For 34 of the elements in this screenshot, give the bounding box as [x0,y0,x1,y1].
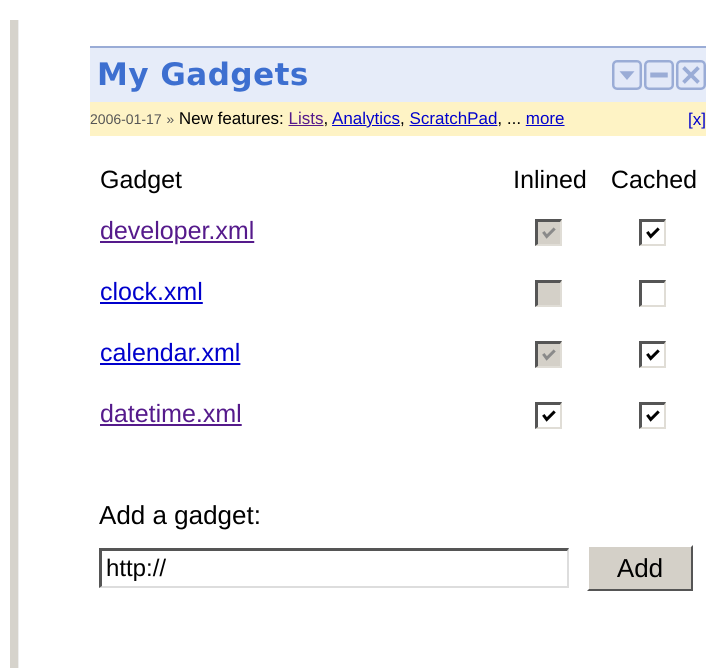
checkmark-icon [644,224,660,241]
checkmark-icon [644,408,660,424]
gadget-link[interactable]: clock.xml [100,278,203,306]
notice-date: 2006-01-17 [90,111,162,127]
add-gadget-label: Add a gadget: [99,500,262,531]
checkmark-icon [540,224,556,241]
comma: , [323,109,328,128]
feature-link[interactable]: ScratchPad [410,109,498,128]
ellipsis: ... [506,109,522,128]
checkmark-icon [644,346,660,363]
comma: , [497,109,502,128]
checkbox[interactable] [638,340,666,368]
url-field[interactable]: http:// [99,548,569,588]
gadget-link[interactable]: developer.xml [100,217,254,245]
more-link[interactable]: more [526,109,565,128]
checkbox[interactable] [638,218,666,246]
column-header: Cached [610,166,698,196]
gadget-link[interactable]: calendar.xml [100,339,240,367]
column-header: Inlined [512,166,588,196]
feature-link[interactable]: Lists [288,109,324,128]
dismiss-link[interactable]: [x] [688,104,706,134]
checkmark-icon [540,408,556,424]
panel-title: My Gadgets [97,57,309,93]
checkmark-icon [540,346,556,363]
gadget-link[interactable]: datetime.xml [100,400,242,428]
add-button[interactable]: Add [587,545,693,591]
column-header: Gadget [99,166,184,196]
feature-link[interactable]: Analytics [332,109,400,128]
checkbox[interactable] [534,402,562,429]
comma: , [400,109,405,128]
checkbox[interactable] [638,280,666,307]
checkbox[interactable] [638,402,666,429]
notice-text: New features: [178,109,284,128]
separator-glyph: » [166,111,174,127]
